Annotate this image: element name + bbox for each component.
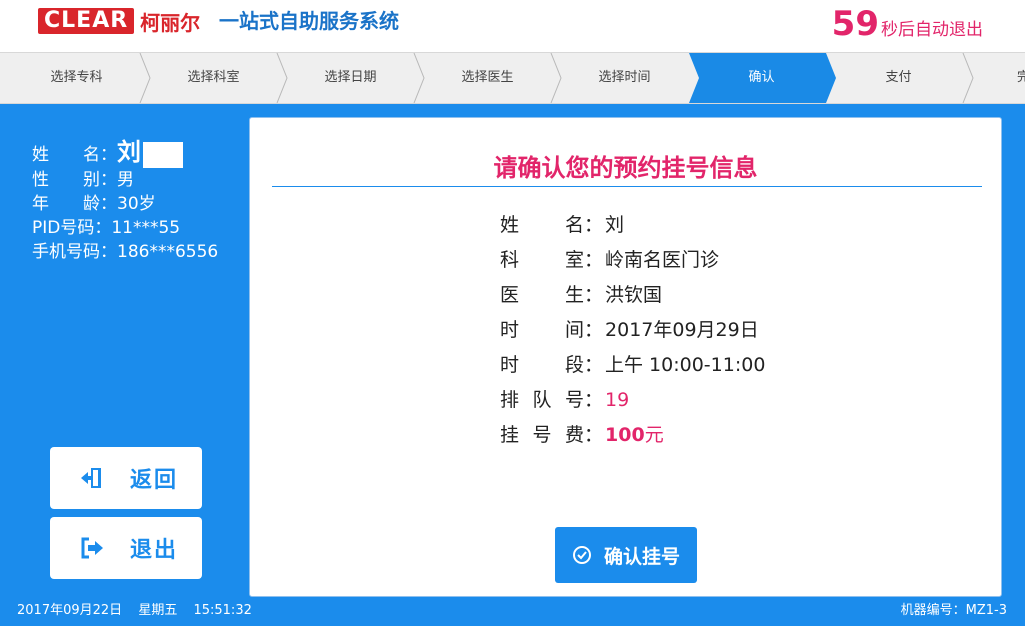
queue-number: 19 [605, 389, 630, 411]
step-select-time: 选择时间 [598, 70, 651, 85]
fee-amount: 100 [605, 424, 645, 446]
appointment-details: 姓名：刘 科室： 岭南名医门诊 医生： 洪钦国 时间： 2017年09月29日 时段：… [500, 208, 765, 453]
confirm-registration-button[interactable]: 确认挂号 [555, 527, 697, 583]
gender-label: 性 别： [32, 170, 117, 190]
system-title: 一站式自助服务系统 [219, 9, 399, 33]
top-header: CLEAR 柯丽尔 一站式自助服务系统 59 秒后自动退出 [0, 0, 1025, 52]
confirm-button-label: 确认挂号 [603, 545, 680, 568]
detail-value: 洪钦国 [605, 284, 663, 306]
pid-value: 11***55 [111, 218, 181, 238]
pid-label: PID号码： [32, 218, 112, 238]
logo-cn-name: 柯丽尔 [140, 10, 201, 35]
detail-row-date: 时间： 2017年09月29日 [500, 313, 765, 348]
countdown-number: 59 [831, 4, 879, 44]
logo-text: CLEAR [38, 8, 135, 34]
countdown-text: 秒后自动退出 [881, 20, 983, 40]
patient-info: 姓 名：刘 性 别：男 年 龄：30岁 PID号码：11***55 手机号码：1… [32, 140, 218, 264]
patient-phone-row: 手机号码：186***6556 [32, 240, 218, 264]
detail-key: 姓名 [500, 214, 584, 236]
auto-exit-countdown: 59 秒后自动退出 [832, 4, 983, 44]
gender-value: 男 [117, 170, 134, 190]
patient-pid-row: PID号码：11***55 [32, 216, 218, 240]
step-confirm: 确认 [748, 70, 775, 85]
detail-key: 时间 [500, 319, 584, 341]
step-select-specialty: 选择专科 [50, 70, 103, 85]
name-label: 姓 名： [32, 145, 117, 165]
detail-key: 时段 [500, 354, 584, 376]
detail-row-fee: 挂号费： 100元 [500, 418, 765, 453]
footer-time: 15:51:32 [193, 603, 252, 618]
progress-steps: 选择专科 选择科室 选择日期 选择医生 选择时间 确认 支付 完 [0, 52, 1025, 104]
name-redaction [143, 142, 183, 168]
age-value: 30岁 [117, 194, 156, 214]
step-pay: 支付 [885, 70, 912, 85]
back-door-icon [72, 465, 112, 491]
detail-key: 挂号费 [500, 424, 584, 446]
phone-value: 186***6556 [117, 242, 219, 262]
footer-date: 2017年09月22日 [17, 603, 123, 618]
detail-key: 排队号 [500, 389, 584, 411]
back-button-label: 返回 [130, 468, 179, 493]
footer-weekday: 星期五 [138, 603, 178, 618]
machine-id: 机器编号：MZ1-3 [900, 603, 1007, 618]
step-complete: 完 [1017, 70, 1025, 85]
patient-age-row: 年 龄：30岁 [32, 192, 218, 216]
confirmation-card: 请确认您的预约挂号信息 姓名：刘 科室： 岭南名医门诊 医生： 洪钦国 时间： 201… [249, 117, 1002, 597]
step-select-department: 选择科室 [187, 70, 240, 85]
main-panel: 姓 名：刘 性 别：男 年 龄：30岁 PID号码：11***55 手机号码：1… [0, 104, 1025, 626]
age-label: 年 龄： [32, 194, 117, 214]
detail-key: 医生 [500, 284, 584, 306]
exit-button[interactable]: 退出 [50, 517, 202, 579]
detail-row-period: 时段： 上午 10:00-11:00 [500, 348, 765, 383]
card-divider [272, 186, 982, 187]
back-button[interactable]: 返回 [50, 447, 202, 509]
fee-unit: 元 [644, 424, 664, 446]
detail-row-department: 科室： 岭南名医门诊 [500, 243, 765, 278]
exit-icon [72, 535, 112, 561]
detail-row-name: 姓名：刘 [500, 208, 765, 243]
patient-gender-row: 性 别：男 [32, 168, 218, 192]
check-circle-icon [572, 545, 592, 565]
step-select-doctor: 选择医生 [461, 70, 514, 85]
detail-key: 科室 [500, 249, 584, 271]
phone-label: 手机号码： [32, 242, 117, 262]
name-value: 刘 [117, 138, 141, 166]
detail-value: 2017年09月29日 [605, 319, 759, 341]
card-title: 请确认您的预约挂号信息 [493, 154, 758, 182]
brand-logo: CLEAR 柯丽尔 [38, 8, 201, 35]
detail-value: 上午 10:00-11:00 [605, 354, 766, 376]
step-select-date: 选择日期 [324, 70, 377, 85]
patient-name-row: 姓 名：刘 [32, 140, 218, 168]
detail-row-doctor: 医生： 洪钦国 [500, 278, 765, 313]
detail-row-queue: 排队号： 19 [500, 383, 765, 418]
datetime-footer: 2017年09月22日 星期五 15:51:32 [17, 599, 264, 618]
detail-value: 岭南名医门诊 [605, 249, 720, 271]
exit-button-label: 退出 [130, 538, 179, 563]
detail-value: 刘 [605, 214, 625, 236]
